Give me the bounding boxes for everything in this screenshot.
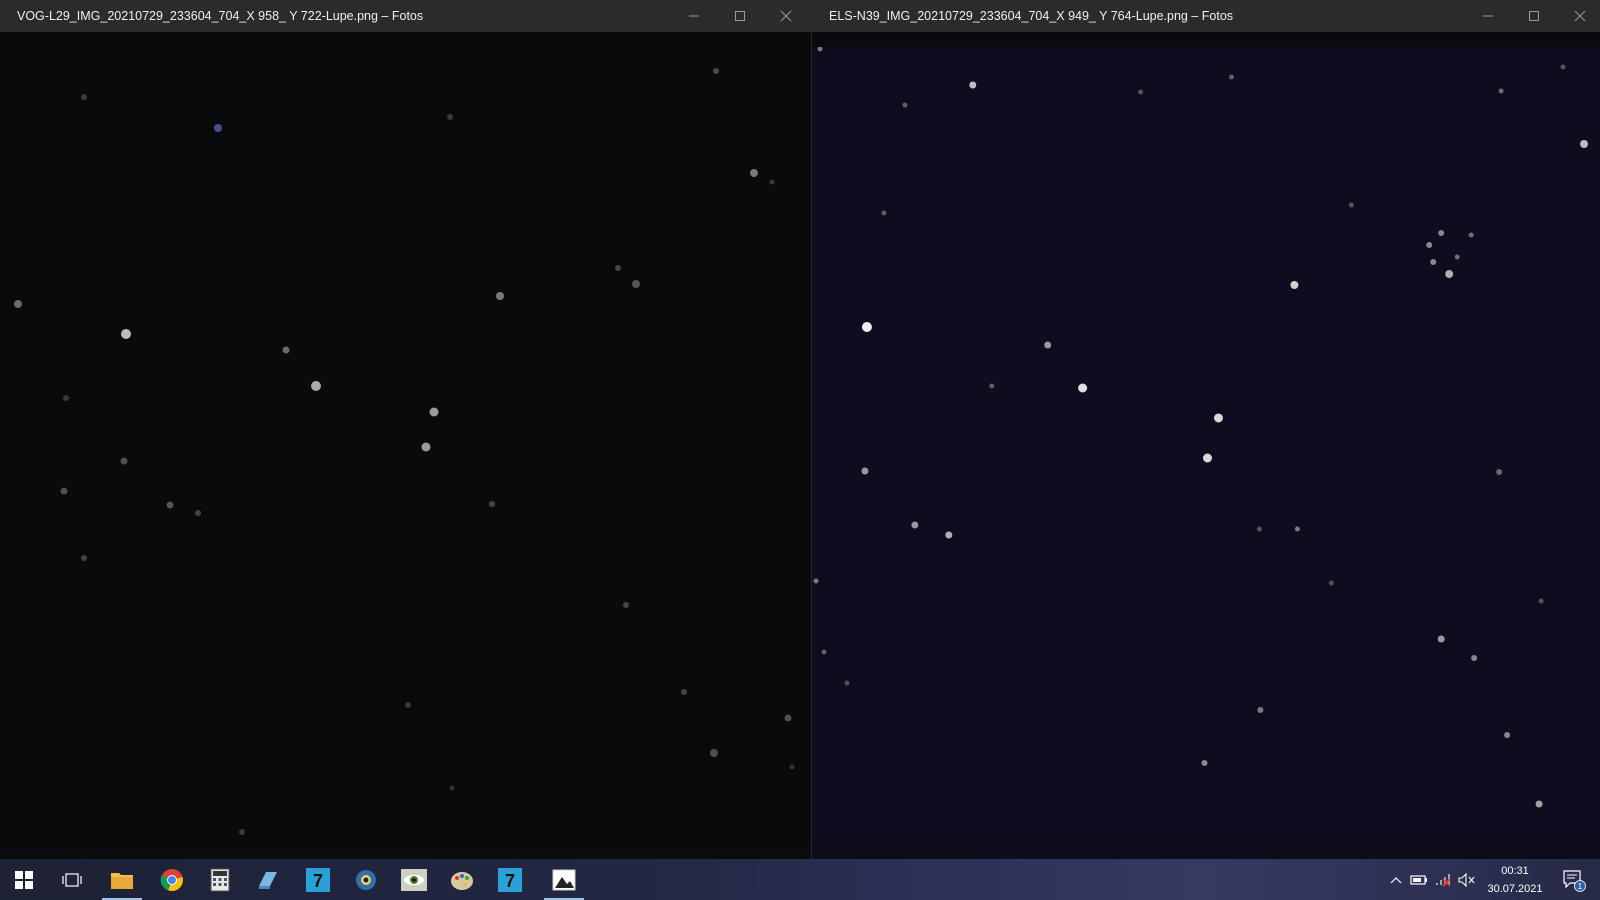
close-button[interactable] (1557, 0, 1600, 32)
battery-status[interactable] (1408, 859, 1430, 900)
minimize-icon (1483, 15, 1493, 17)
image-letterbox (812, 32, 1600, 47)
chrome-icon (160, 868, 183, 891)
taskbar-app-seven[interactable]: 7 (294, 859, 342, 900)
taskbar-calculator[interactable] (196, 859, 244, 900)
globe-camera-icon (356, 869, 376, 890)
book-icon (259, 871, 277, 889)
minimize-icon (689, 15, 699, 17)
network-status[interactable] (1432, 859, 1454, 900)
taskbar-app-palette[interactable] (438, 859, 486, 900)
svg-text:7: 7 (505, 871, 515, 891)
show-hidden-icons-button[interactable] (1386, 859, 1406, 900)
task-view-button[interactable] (48, 859, 96, 900)
star-field-image (0, 32, 811, 852)
maximize-icon (1529, 11, 1539, 21)
taskbar-photos[interactable] (540, 859, 588, 900)
palette-icon (451, 871, 473, 890)
taskbar-chrome[interactable] (148, 859, 196, 900)
photos-window-left[interactable]: VOG-L29_IMG_20210729_233604_704_X 958_ Y… (0, 0, 811, 859)
taskbar-app-seven-2[interactable]: 7 (486, 859, 534, 900)
minimize-button[interactable] (671, 0, 717, 32)
star-field-image (812, 47, 1600, 844)
notification-count: 1 (1578, 882, 1583, 891)
volume-control[interactable] (1456, 859, 1478, 900)
eye-icon (401, 868, 427, 891)
minimize-button[interactable] (1465, 0, 1511, 32)
maximize-button[interactable] (1511, 0, 1557, 32)
volume-muted-icon (1458, 872, 1475, 887)
photo-canvas[interactable] (812, 47, 1600, 844)
window-title: ELS-N39_IMG_20210729_233604_704_X 949_ Y… (829, 9, 1234, 23)
chevron-up-icon (1390, 876, 1402, 883)
taskbar-app-globe[interactable] (342, 859, 390, 900)
photos-icon (552, 869, 576, 890)
title-bar[interactable]: ELS-N39_IMG_20210729_233604_704_X 949_ Y… (812, 0, 1600, 32)
taskbar-app-book[interactable] (244, 859, 292, 900)
network-off-icon (1436, 873, 1451, 887)
photos-window-right[interactable]: ELS-N39_IMG_20210729_233604_704_X 949_ Y… (811, 0, 1600, 859)
clock-time: 00:31 (1501, 865, 1529, 877)
photo-canvas[interactable] (0, 32, 811, 852)
maximize-icon (735, 11, 745, 21)
start-button[interactable] (0, 859, 48, 900)
notification-icon: 1 (1563, 869, 1586, 892)
task-view-icon (62, 872, 82, 887)
title-bar[interactable]: VOG-L29_IMG_20210729_233604_704_X 958_ Y… (0, 0, 811, 32)
battery-icon (1410, 874, 1427, 885)
windows-logo-icon (15, 870, 33, 889)
action-center-button[interactable]: 1 (1552, 859, 1596, 900)
clock-date: 30.07.2021 (1487, 883, 1543, 895)
calculator-icon (210, 868, 230, 891)
close-icon (780, 10, 792, 22)
seven-icon: 7 (306, 867, 330, 892)
taskbar-file-explorer[interactable] (98, 859, 146, 900)
seven-icon: 7 (498, 867, 522, 892)
system-clock[interactable]: 00:31 30.07.2021 (1482, 859, 1548, 900)
taskbar-app-eye[interactable] (390, 859, 438, 900)
close-icon (1574, 10, 1586, 22)
maximize-button[interactable] (717, 0, 763, 32)
folder-icon (111, 872, 133, 889)
svg-text:7: 7 (313, 871, 323, 891)
close-button[interactable] (763, 0, 809, 32)
window-title: VOG-L29_IMG_20210729_233604_704_X 958_ Y… (17, 9, 424, 23)
taskbar: 7 7 00:31 30.07.2021 1 (0, 859, 1600, 900)
